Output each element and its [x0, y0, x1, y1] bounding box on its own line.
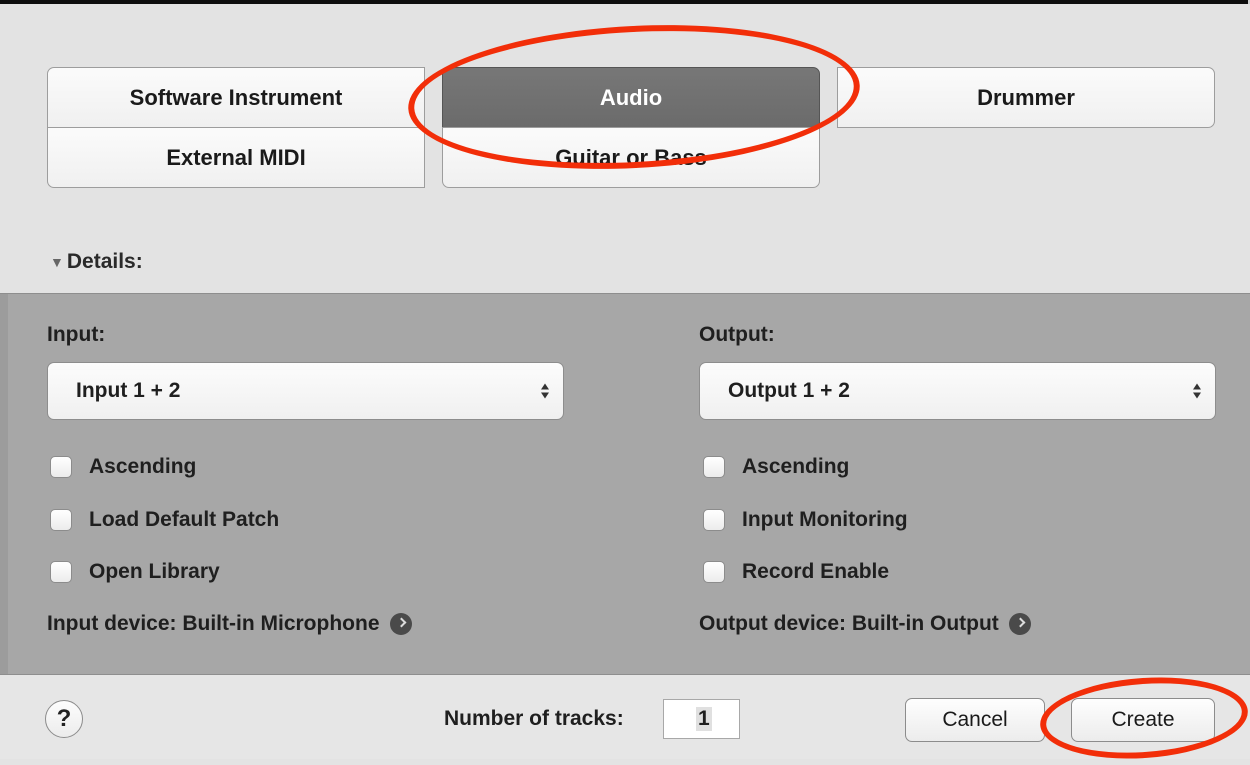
checkbox-box[interactable]: [50, 509, 72, 531]
checkbox-label: Ascending: [89, 455, 197, 478]
updown-arrows-icon: [541, 383, 549, 399]
details-label: Details:: [66, 250, 143, 273]
number-of-tracks-input[interactable]: 1: [663, 699, 740, 739]
checkbox-box[interactable]: [703, 561, 725, 583]
input-monitoring-checkbox[interactable]: Input Monitoring: [703, 508, 908, 532]
input-device-row: Input device: Built-in Microphone: [47, 612, 412, 636]
help-button[interactable]: ?: [45, 700, 83, 738]
details-toggle[interactable]: ▼ Details:: [50, 250, 143, 274]
track-type-area: Software Instrument Audio Drummer Extern…: [0, 4, 1250, 293]
input-ascending-checkbox[interactable]: Ascending: [50, 455, 196, 479]
checkbox-box[interactable]: [50, 561, 72, 583]
updown-arrows-icon: [1193, 383, 1201, 399]
arrow-right-circle-icon[interactable]: [389, 613, 412, 635]
details-panel: Input: Input 1 + 2 Ascending Load Defaul…: [0, 293, 1250, 675]
output-label: Output:: [699, 323, 775, 346]
load-default-patch-checkbox[interactable]: Load Default Patch: [50, 508, 279, 532]
checkbox-label: Load Default Patch: [89, 508, 280, 531]
open-library-checkbox[interactable]: Open Library: [50, 560, 220, 584]
input-device-label: Input device: Built-in Microphone: [47, 612, 380, 635]
arrow-right-circle-icon[interactable]: [1008, 613, 1031, 635]
checkbox-box[interactable]: [50, 456, 72, 478]
drummer-button[interactable]: Drummer: [837, 67, 1215, 128]
output-popup-value: Output 1 + 2: [728, 379, 850, 402]
input-popup-value: Input 1 + 2: [76, 379, 181, 402]
output-device-label: Output device: Built-in Output: [699, 612, 999, 635]
checkbox-label: Open Library: [89, 560, 220, 583]
number-of-tracks-value: 1: [696, 707, 712, 731]
panel-left-edge: [0, 294, 8, 674]
audio-button[interactable]: Audio: [442, 67, 820, 128]
output-ascending-checkbox[interactable]: Ascending: [703, 455, 849, 479]
external-midi-button[interactable]: External MIDI: [47, 127, 425, 188]
output-popup[interactable]: Output 1 + 2: [699, 362, 1216, 420]
checkbox-label: Input Monitoring: [742, 508, 908, 531]
guitar-or-bass-button[interactable]: Guitar or Bass: [442, 127, 820, 188]
create-button[interactable]: Create: [1071, 698, 1215, 742]
input-label: Input:: [47, 323, 106, 346]
input-popup[interactable]: Input 1 + 2: [47, 362, 564, 420]
checkbox-label: Record Enable: [742, 560, 890, 583]
output-device-row: Output device: Built-in Output: [699, 612, 1031, 636]
checkbox-box[interactable]: [703, 456, 725, 478]
footer-bar: ? Number of tracks: 1 Cancel Create: [0, 675, 1250, 759]
record-enable-checkbox[interactable]: Record Enable: [703, 560, 889, 584]
checkbox-box[interactable]: [703, 509, 725, 531]
software-instrument-button[interactable]: Software Instrument: [47, 67, 425, 128]
disclosure-triangle-down-icon: ▼: [50, 254, 64, 270]
checkbox-label: Ascending: [742, 455, 850, 478]
number-of-tracks-label: Number of tracks:: [444, 707, 624, 730]
cancel-button[interactable]: Cancel: [905, 698, 1045, 742]
